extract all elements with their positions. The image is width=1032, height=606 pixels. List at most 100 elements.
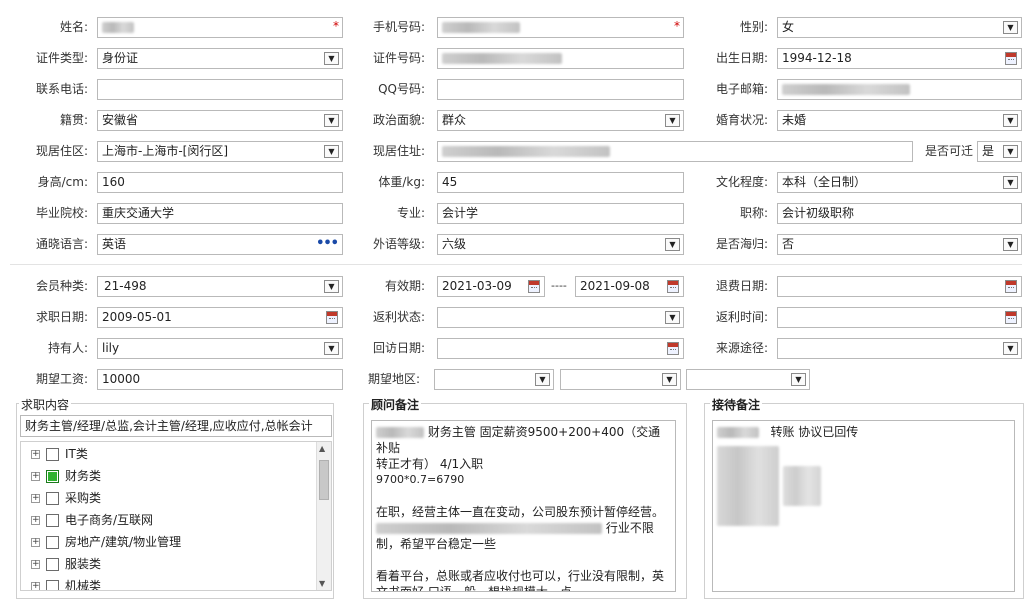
- contact-phone-field[interactable]: [97, 79, 343, 100]
- chevron-down-icon[interactable]: ▼: [791, 373, 806, 386]
- calendar-icon[interactable]: [667, 342, 679, 355]
- valid-from-field[interactable]: 2021-03-09: [437, 276, 545, 297]
- returnee-select[interactable]: 否 ▼: [777, 234, 1022, 255]
- salary-label: 期望工资:: [35, 372, 88, 386]
- tree-item-ecommerce[interactable]: + 电子商务/互联网: [31, 510, 153, 530]
- checkbox[interactable]: [46, 514, 59, 527]
- job-summary-field[interactable]: 财务主管/经理/总监,会计主管/经理,应收应付,总帐会计: [20, 415, 332, 437]
- expand-icon[interactable]: +: [31, 560, 40, 569]
- rebate-state-select[interactable]: ▼: [437, 307, 684, 328]
- birth-date-field[interactable]: 1994-12-18: [777, 48, 1022, 69]
- chevron-down-icon[interactable]: ▼: [1003, 145, 1018, 158]
- expand-icon[interactable]: +: [31, 472, 40, 481]
- refund-date-field[interactable]: [777, 276, 1022, 297]
- calendar-icon[interactable]: [667, 280, 679, 293]
- email-field[interactable]: [777, 79, 1022, 100]
- calendar-icon[interactable]: [326, 311, 338, 324]
- checkbox[interactable]: [46, 470, 59, 483]
- chevron-down-icon[interactable]: ▼: [535, 373, 550, 386]
- more-options-icon[interactable]: •••: [316, 235, 339, 253]
- tree-item-finance[interactable]: + 财务类: [31, 466, 101, 486]
- area-select[interactable]: 上海市-上海市-[闵行区] ▼: [97, 141, 343, 162]
- native-select[interactable]: 安徽省 ▼: [97, 110, 343, 131]
- school-field[interactable]: 重庆交通大学: [97, 203, 343, 224]
- valid-to-field[interactable]: 2021-09-08: [575, 276, 684, 297]
- holder-select[interactable]: lily ▼: [97, 338, 343, 359]
- idtype-label: 证件类型:: [35, 51, 88, 65]
- relocate-select[interactable]: 是 ▼: [977, 141, 1022, 162]
- expand-icon[interactable]: +: [31, 516, 40, 525]
- chevron-down-icon[interactable]: ▼: [324, 280, 339, 293]
- professional-title-field[interactable]: 会计初级职称: [777, 203, 1022, 224]
- reception-remarks-textarea[interactable]: 转账 协议已回传: [712, 420, 1015, 592]
- expand-icon[interactable]: +: [31, 582, 40, 590]
- address-field[interactable]: [437, 141, 913, 162]
- chevron-down-icon[interactable]: ▼: [1003, 342, 1018, 355]
- political-select[interactable]: 群众 ▼: [437, 110, 684, 131]
- job-date-field[interactable]: 2009-05-01: [97, 307, 343, 328]
- salary-field[interactable]: 10000: [97, 369, 343, 390]
- returnee-value: 否: [782, 237, 795, 251]
- region-city-select[interactable]: ▼: [560, 369, 681, 390]
- chevron-down-icon[interactable]: ▼: [665, 114, 680, 127]
- expand-icon[interactable]: +: [31, 538, 40, 547]
- chevron-down-icon[interactable]: ▼: [1003, 176, 1018, 189]
- tree-item-purchasing[interactable]: + 采购类: [31, 488, 101, 508]
- source-select[interactable]: ▼: [777, 338, 1022, 359]
- tree-item-it[interactable]: + IT类: [31, 444, 88, 464]
- idtype-select[interactable]: 身份证 ▼: [97, 48, 343, 69]
- region-province-select[interactable]: ▼: [434, 369, 554, 390]
- checkbox[interactable]: [46, 536, 59, 549]
- tree-item-apparel[interactable]: + 服装类: [31, 554, 101, 574]
- language-level-select[interactable]: 六级 ▼: [437, 234, 684, 255]
- checkbox[interactable]: [46, 580, 59, 590]
- visit-date-field[interactable]: [437, 338, 684, 359]
- advisor-remarks-title: 顾问备注: [369, 396, 422, 413]
- calendar-icon[interactable]: [1005, 280, 1017, 293]
- checkbox[interactable]: [46, 558, 59, 571]
- tree-item-machinery[interactable]: + 机械类: [31, 576, 101, 590]
- region-district-select[interactable]: ▼: [686, 369, 810, 390]
- member-type-select[interactable]: 21-498 ▼: [97, 276, 343, 297]
- rebate-time-field[interactable]: [777, 307, 1022, 328]
- idno-field[interactable]: [437, 48, 684, 69]
- calendar-icon[interactable]: [528, 280, 540, 293]
- advisor-remarks-textarea[interactable]: 财务主管 固定薪资9500+200+400（交通补贴 转正才有） 4/1入职 9…: [371, 420, 676, 592]
- birth-value: 1994-12-18: [782, 51, 852, 65]
- language-field[interactable]: 英语 •••: [97, 234, 343, 255]
- qq-field[interactable]: [437, 79, 684, 100]
- expand-icon[interactable]: +: [31, 450, 40, 459]
- tree-item-realestate[interactable]: + 房地产/建筑/物业管理: [31, 532, 181, 552]
- chevron-down-icon[interactable]: ▼: [324, 52, 339, 65]
- calendar-icon[interactable]: [1005, 52, 1017, 65]
- scroll-down-icon[interactable]: ▼: [319, 579, 325, 588]
- chevron-down-icon[interactable]: ▼: [665, 311, 680, 324]
- remark-line: 在职，经营主体一直在变动，公司股东预计暂停经营。: [376, 505, 665, 519]
- major-field[interactable]: 会计学: [437, 203, 684, 224]
- expand-icon[interactable]: +: [31, 494, 40, 503]
- gender-select[interactable]: 女 ▼: [777, 17, 1022, 38]
- tree-scrollbar[interactable]: ▲ ▼: [316, 442, 331, 590]
- chevron-down-icon[interactable]: ▼: [1003, 238, 1018, 251]
- calendar-icon[interactable]: [1005, 311, 1017, 324]
- chevron-down-icon[interactable]: ▼: [1003, 21, 1018, 34]
- edu-select[interactable]: 本科（全日制） ▼: [777, 172, 1022, 193]
- chevron-down-icon[interactable]: ▼: [324, 145, 339, 158]
- address-label: 现居住址:: [372, 144, 425, 158]
- chevron-down-icon[interactable]: ▼: [1003, 114, 1018, 127]
- chevron-down-icon[interactable]: ▼: [665, 238, 680, 251]
- level-label: 外语等级:: [372, 237, 425, 251]
- checkbox[interactable]: [46, 448, 59, 461]
- checkbox[interactable]: [46, 492, 59, 505]
- scroll-thumb[interactable]: [319, 460, 329, 500]
- chevron-down-icon[interactable]: ▼: [324, 342, 339, 355]
- weight-field[interactable]: 45: [437, 172, 684, 193]
- chevron-down-icon[interactable]: ▼: [662, 373, 677, 386]
- scroll-up-icon[interactable]: ▲: [319, 444, 325, 453]
- name-field[interactable]: *: [97, 17, 343, 38]
- height-label: 身高/cm:: [37, 175, 88, 189]
- marital-select[interactable]: 未婚 ▼: [777, 110, 1022, 131]
- height-field[interactable]: 160: [97, 172, 343, 193]
- phone-field[interactable]: *: [437, 17, 684, 38]
- chevron-down-icon[interactable]: ▼: [324, 114, 339, 127]
